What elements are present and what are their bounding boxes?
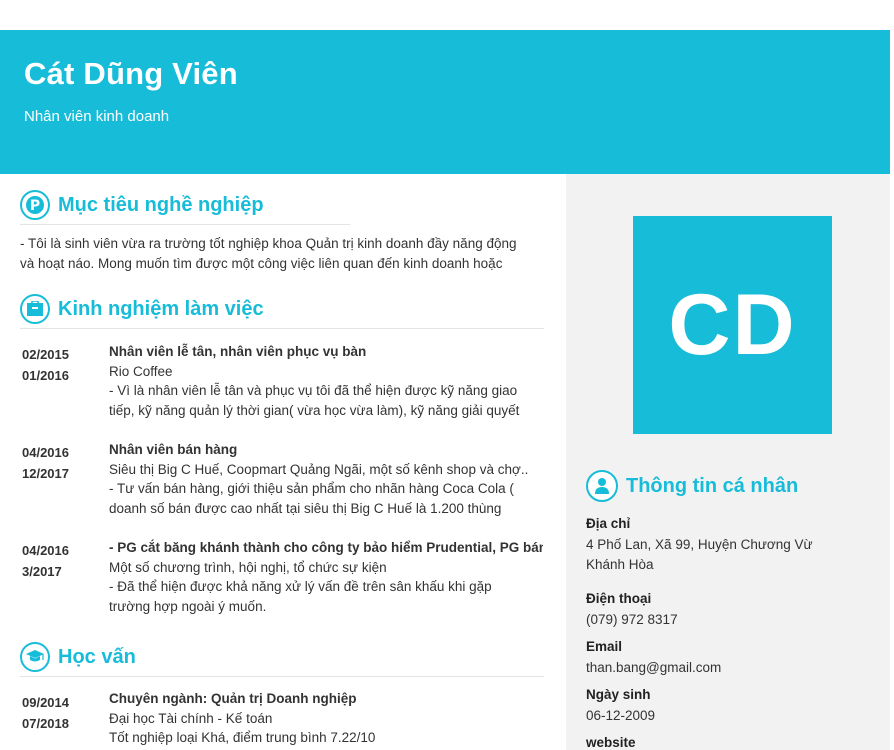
experience-start-date: 04/2016 [22, 543, 69, 558]
education-start-date: 09/2014 [22, 695, 69, 710]
avatar: CD [633, 216, 832, 434]
address-line: 4 Phố Lan, Xã 99, Huyện Chương Vừ [586, 537, 813, 552]
experience-company: Siêu thị Big C Huế, Coopmart Quảng Ngãi,… [109, 461, 529, 477]
svg-text:P: P [30, 198, 40, 214]
experience-company: Rio Coffee [109, 363, 173, 379]
education-detail-line: Tốt nghiệp loại Khá, điểm trung bình 7.2… [109, 730, 376, 745]
experience-company: Một số chương trình, hội nghị, tổ chức s… [109, 559, 387, 575]
job-title: Nhân viên kinh doanh [24, 108, 170, 125]
objective-title: Mục tiêu nghề nghiệp [58, 193, 264, 216]
sidebar: CD Thông tin cá nhân Địa chỉ 4 Phố Lan, … [566, 174, 890, 750]
experience-title: Kinh nghiệm làm việc [58, 297, 264, 320]
experience-dates: 04/2016 12/2017 [22, 442, 69, 484]
experience-description-line: - Vì là nhân viên lễ tân và phục vụ tôi … [109, 383, 518, 398]
education-item: Chuyên ngành: Quản trị Doanh nghiệp Đại … [109, 689, 543, 748]
education-major: Chuyên ngành: Quản trị Doanh nghiệp [109, 691, 357, 706]
objective-line: và hoạt náo. Mong muốn tìm được một công… [20, 256, 503, 271]
experience-description-line: doanh số bán được cao nhất tại siêu thị … [109, 500, 502, 516]
experience-dates: 04/2016 3/2017 [22, 540, 69, 582]
graduation-cap-icon [20, 642, 50, 672]
experience-position: Nhân viên lễ tân, nhân viên phục vụ bàn [109, 344, 367, 359]
email-value: than.bang@gmail.com [586, 660, 722, 675]
experience-end-date: 01/2016 [22, 368, 69, 383]
address-value: 4 Phố Lan, Xã 99, Huyện Chương Vừ Khánh … [586, 535, 846, 575]
education-title: Học vấn [58, 645, 136, 668]
email-label: Email [586, 639, 623, 654]
objective-section-header: P Mục tiêu nghề nghiệp [20, 190, 264, 220]
phone-value: (079) 972 8317 [586, 612, 678, 627]
experience-description-line: trường hợp ngoài ý muốn. [109, 598, 267, 614]
experience-end-date: 3/2017 [22, 564, 62, 579]
experience-start-date: 02/2015 [22, 347, 69, 362]
experience-position: - PG cắt băng khánh thành cho công ty bả… [109, 540, 543, 555]
experience-item: Nhân viên bán hàng Siêu thị Big C Huế, C… [109, 440, 543, 518]
address-label: Địa chỉ [586, 516, 631, 531]
experience-description-line: tiếp, kỹ năng quản lý thời gian( vừa học… [109, 402, 520, 418]
briefcase-icon [20, 294, 50, 324]
experience-dates: 02/2015 01/2016 [22, 344, 69, 386]
education-school: Đại học Tài chính - Kế toán [109, 710, 273, 726]
experience-divider [20, 328, 544, 329]
birthday-value: 06-12-2009 [586, 708, 656, 723]
pinterest-icon: P [20, 190, 50, 220]
personal-info-title: Thông tin cá nhân [626, 474, 799, 497]
phone-label: Điện thoại [586, 591, 652, 606]
experience-description-line: - Tư vấn bán hàng, giới thiệu sản phẩm c… [109, 481, 514, 496]
objective-line: - Tôi là sinh viên vừa ra trường tốt ngh… [20, 236, 517, 251]
experience-section-header: Kinh nghiệm làm việc [20, 294, 264, 324]
objective-text: - Tôi là sinh viên vừa ra trường tốt ngh… [20, 234, 560, 274]
website-label: website [586, 735, 636, 750]
header-banner: Cát Dũng Viên Nhân viên kinh doanh [0, 30, 890, 174]
education-divider [20, 676, 544, 677]
education-section-header: Học vấn [20, 642, 136, 672]
experience-end-date: 12/2017 [22, 466, 69, 481]
candidate-name: Cát Dũng Viên [24, 56, 238, 91]
experience-position: Nhân viên bán hàng [109, 442, 238, 457]
address-line: Khánh Hòa [586, 557, 654, 572]
experience-description-line: - Đã thể hiện được khả năng xử lý vấn đề… [109, 579, 492, 594]
personal-info-header: Thông tin cá nhân [586, 470, 798, 502]
objective-divider [20, 224, 350, 225]
experience-item: - PG cắt băng khánh thành cho công ty bả… [109, 538, 543, 616]
experience-start-date: 04/2016 [22, 445, 69, 460]
education-dates: 09/2014 07/2018 [22, 692, 69, 734]
experience-item: Nhân viên lễ tân, nhân viên phục vụ bàn … [109, 342, 543, 420]
education-end-date: 07/2018 [22, 716, 69, 731]
birthday-label: Ngày sinh [586, 687, 651, 702]
user-icon [586, 470, 618, 502]
